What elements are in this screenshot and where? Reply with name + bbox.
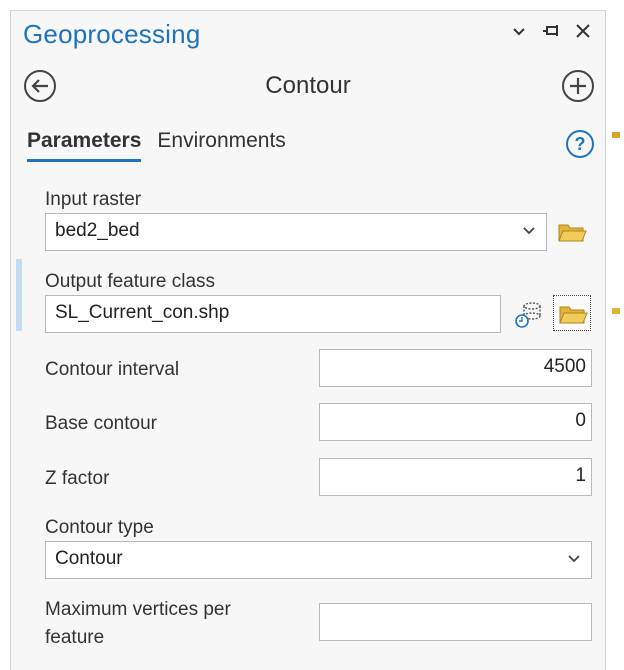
pin-icon[interactable] xyxy=(539,21,563,45)
z-factor-label: Z factor xyxy=(45,468,110,489)
adjacent-marker xyxy=(612,308,620,314)
input-raster-combo[interactable]: bed2_bed xyxy=(45,213,547,251)
tool-title: Contour xyxy=(265,72,351,99)
add-icon xyxy=(562,70,594,102)
chevron-down-icon[interactable] xyxy=(567,552,581,566)
close-icon[interactable] xyxy=(571,21,595,45)
input-raster-label: Input raster xyxy=(45,189,142,210)
adjacent-marker xyxy=(612,132,620,138)
base-contour-value: 0 xyxy=(575,410,586,431)
contour-type-dropdown[interactable]: Contour xyxy=(45,541,592,579)
max-vertices-field[interactable] xyxy=(319,603,592,641)
help-icon: ? xyxy=(566,130,594,158)
tab-parameters[interactable]: Parameters xyxy=(27,129,142,162)
output-feature-class-field[interactable]: SL_Current_con.shp xyxy=(45,295,501,333)
geoprocessing-pane: Geoprocessing Contour Parameters Environ… xyxy=(10,10,606,670)
base-contour-field[interactable]: 0 xyxy=(319,403,592,441)
pane-controls xyxy=(507,21,595,45)
tool-header: Contour xyxy=(11,69,605,109)
browse-output-button[interactable] xyxy=(553,295,591,331)
contour-interval-label: Contour interval xyxy=(45,359,180,380)
contour-type-label: Contour type xyxy=(45,517,154,538)
input-raster-value: bed2_bed xyxy=(55,220,140,241)
contour-interval-value: 4500 xyxy=(543,356,586,377)
max-vertices-label-line-2: feature xyxy=(45,627,105,648)
active-parameter-indicator xyxy=(16,259,22,331)
browse-folder-icon xyxy=(559,306,588,324)
z-factor-value: 1 xyxy=(575,465,586,486)
output-feature-class-value: SL_Current_con.shp xyxy=(55,302,230,323)
help-button[interactable]: ? xyxy=(565,129,595,159)
contour-interval-field[interactable]: 4500 xyxy=(319,349,592,387)
svg-text:?: ? xyxy=(575,134,586,154)
base-contour-label: Base contour xyxy=(45,413,157,434)
adjacent-pane-edge xyxy=(606,0,624,670)
output-feature-class-label: Output feature class xyxy=(45,271,216,292)
add-button[interactable] xyxy=(561,69,595,103)
browse-folder-icon[interactable] xyxy=(557,219,587,245)
pane-title: Geoprocessing xyxy=(23,19,201,49)
max-vertices-label-line-1: Maximum vertices per xyxy=(45,599,231,620)
contour-type-value: Contour xyxy=(55,548,123,569)
chevron-down-icon[interactable] xyxy=(522,224,536,238)
tab-environments[interactable]: Environments xyxy=(157,129,285,162)
options-dropdown-icon[interactable] xyxy=(507,21,531,45)
z-factor-field[interactable]: 1 xyxy=(319,458,592,496)
geodatabase-icon[interactable] xyxy=(513,299,543,329)
tab-strip: Parameters Environments xyxy=(27,129,286,162)
